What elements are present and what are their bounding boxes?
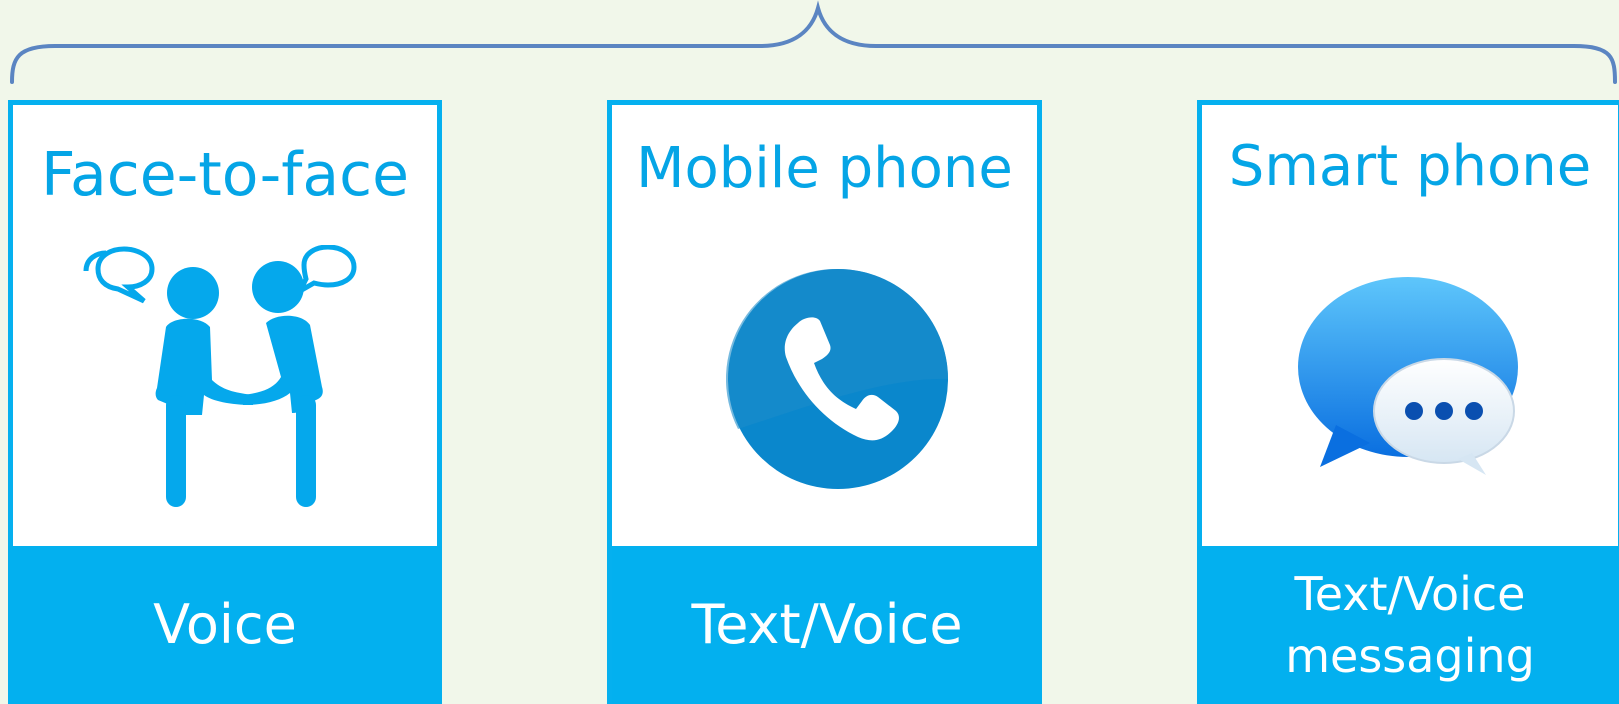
card-footer: Text/Voice — [612, 546, 1042, 704]
handshake-people-icon — [83, 245, 357, 507]
footer-line: Text/Voice — [1294, 567, 1526, 621]
message-bubbles-icon — [1298, 277, 1518, 475]
card-title: Face-to-face — [40, 140, 410, 210]
footer-line: messaging — [1285, 629, 1535, 683]
card-title: Mobile phone — [636, 136, 1013, 201]
card-mobile-phone: Mobile phone Text/Voice — [607, 100, 1042, 704]
phone-call-icon — [726, 268, 948, 489]
footer-line: Text/Voice — [691, 593, 963, 656]
card-smart-phone: Smart phone Text/Voice messaging — [1197, 100, 1619, 704]
card-footer: Voice — [8, 546, 442, 704]
card-footer: Text/Voice messaging — [1197, 546, 1619, 704]
card-face-to-face: Face-to-face Voice — [8, 100, 442, 704]
card-title: Smart phone — [1228, 134, 1592, 199]
grouping-brace — [10, 0, 1617, 84]
footer-line: Voice — [153, 593, 297, 656]
